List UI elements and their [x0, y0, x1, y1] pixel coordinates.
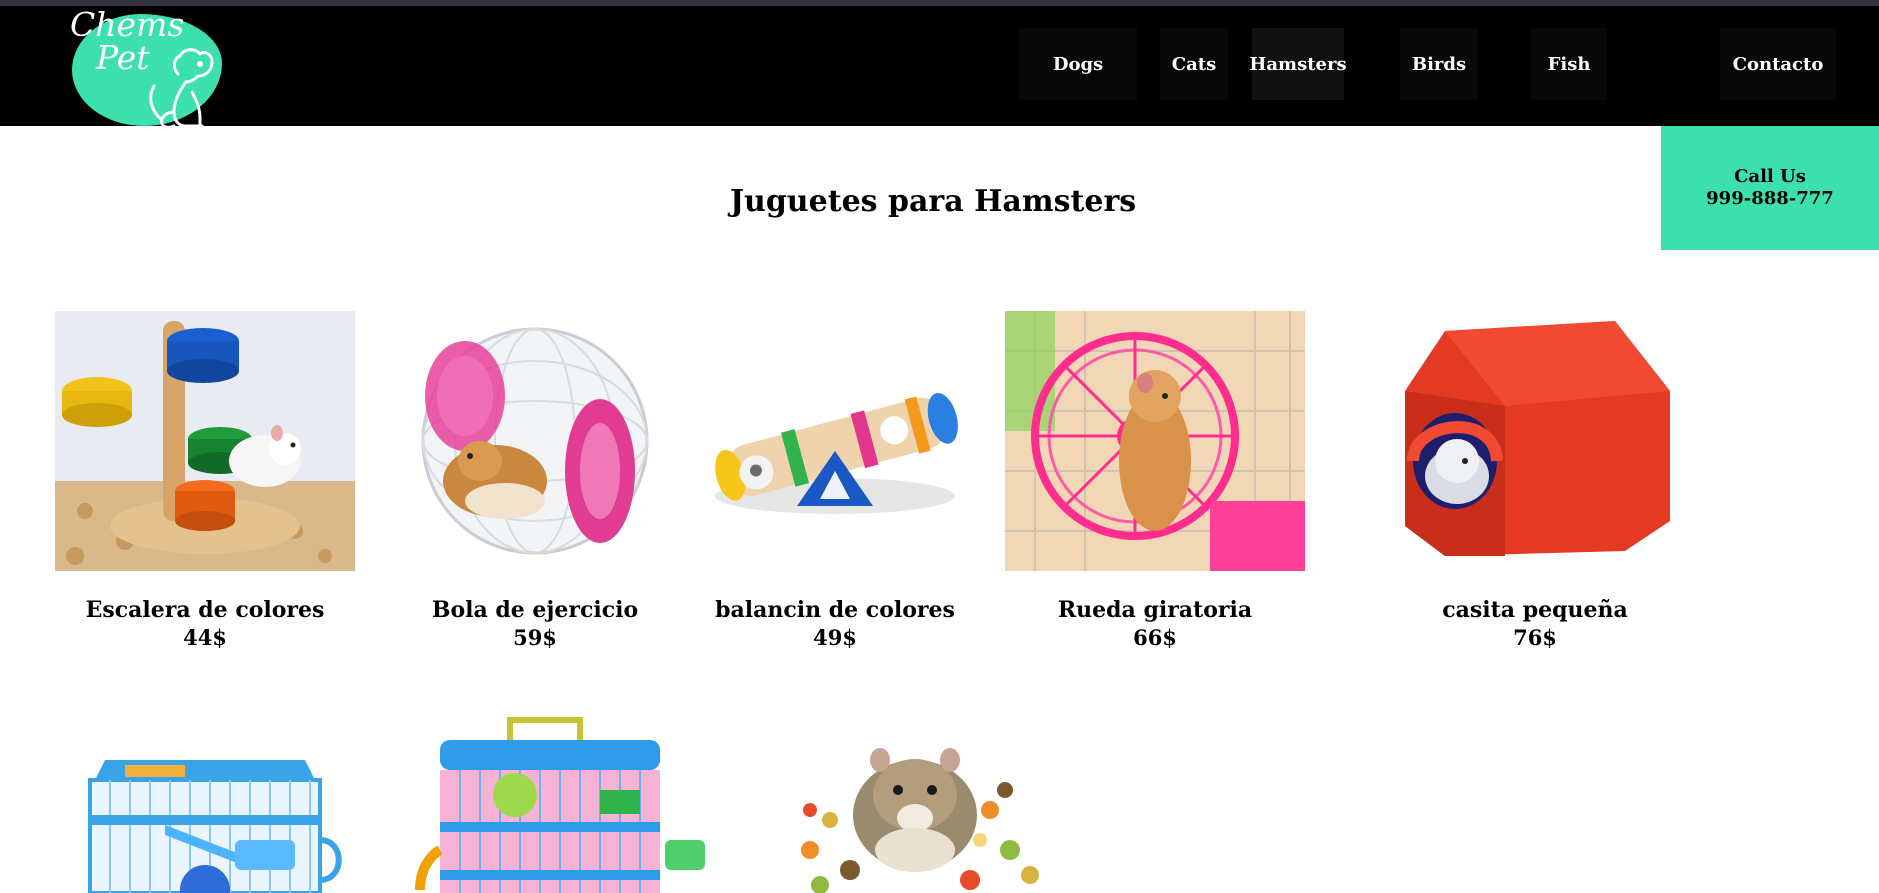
product-name: Rueda giratoria — [1057, 597, 1253, 623]
product-price: 76$ — [1513, 625, 1557, 650]
nav-hamsters[interactable]: Hamsters — [1249, 28, 1347, 100]
product-price: 44$ — [183, 625, 227, 650]
product-image-small-house[interactable] — [1385, 311, 1685, 571]
brand-logo[interactable]: Chems Pet — [68, 8, 230, 130]
nav-dogs-label: Dogs — [1052, 53, 1104, 75]
nav-hamsters-label: Hamsters — [1249, 53, 1347, 75]
nav-fish-label: Fish — [1547, 53, 1591, 75]
page-title: Juguetes para Hamsters — [729, 184, 1137, 219]
product-price: 59$ — [513, 625, 557, 650]
product-name: Escalera de colores — [85, 597, 325, 623]
nav-fish[interactable]: Fish — [1531, 28, 1607, 100]
product-image-seesaw[interactable] — [685, 311, 985, 571]
product-name: casita pequeña — [1442, 597, 1628, 623]
nav-dogs[interactable]: Dogs — [1019, 28, 1137, 100]
product-image-wheel[interactable] — [1005, 311, 1305, 571]
product-price: 49$ — [813, 625, 857, 650]
product-image-blue-cage[interactable] — [55, 700, 355, 893]
nav-cats[interactable]: Cats — [1160, 28, 1228, 100]
nav-contacto-label: Contacto — [1732, 53, 1824, 75]
nav-birds[interactable]: Birds — [1400, 28, 1478, 100]
nav-contacto[interactable]: Contacto — [1720, 28, 1836, 100]
product-image-ladder[interactable] — [55, 311, 355, 571]
product-image-multilevel-cage[interactable] — [400, 700, 710, 893]
logo-text-line1: Chems — [70, 5, 185, 44]
product-name: balancin de colores — [715, 597, 955, 623]
product-price: 66$ — [1133, 625, 1177, 650]
product-image-hamster-food[interactable] — [780, 700, 1060, 893]
nav-cats-label: Cats — [1171, 53, 1217, 75]
product-image-exercise-ball[interactable] — [385, 311, 685, 571]
nav-birds-label: Birds — [1411, 53, 1467, 75]
product-name: Bola de ejercicio — [431, 597, 639, 623]
dog-icon — [149, 48, 214, 129]
